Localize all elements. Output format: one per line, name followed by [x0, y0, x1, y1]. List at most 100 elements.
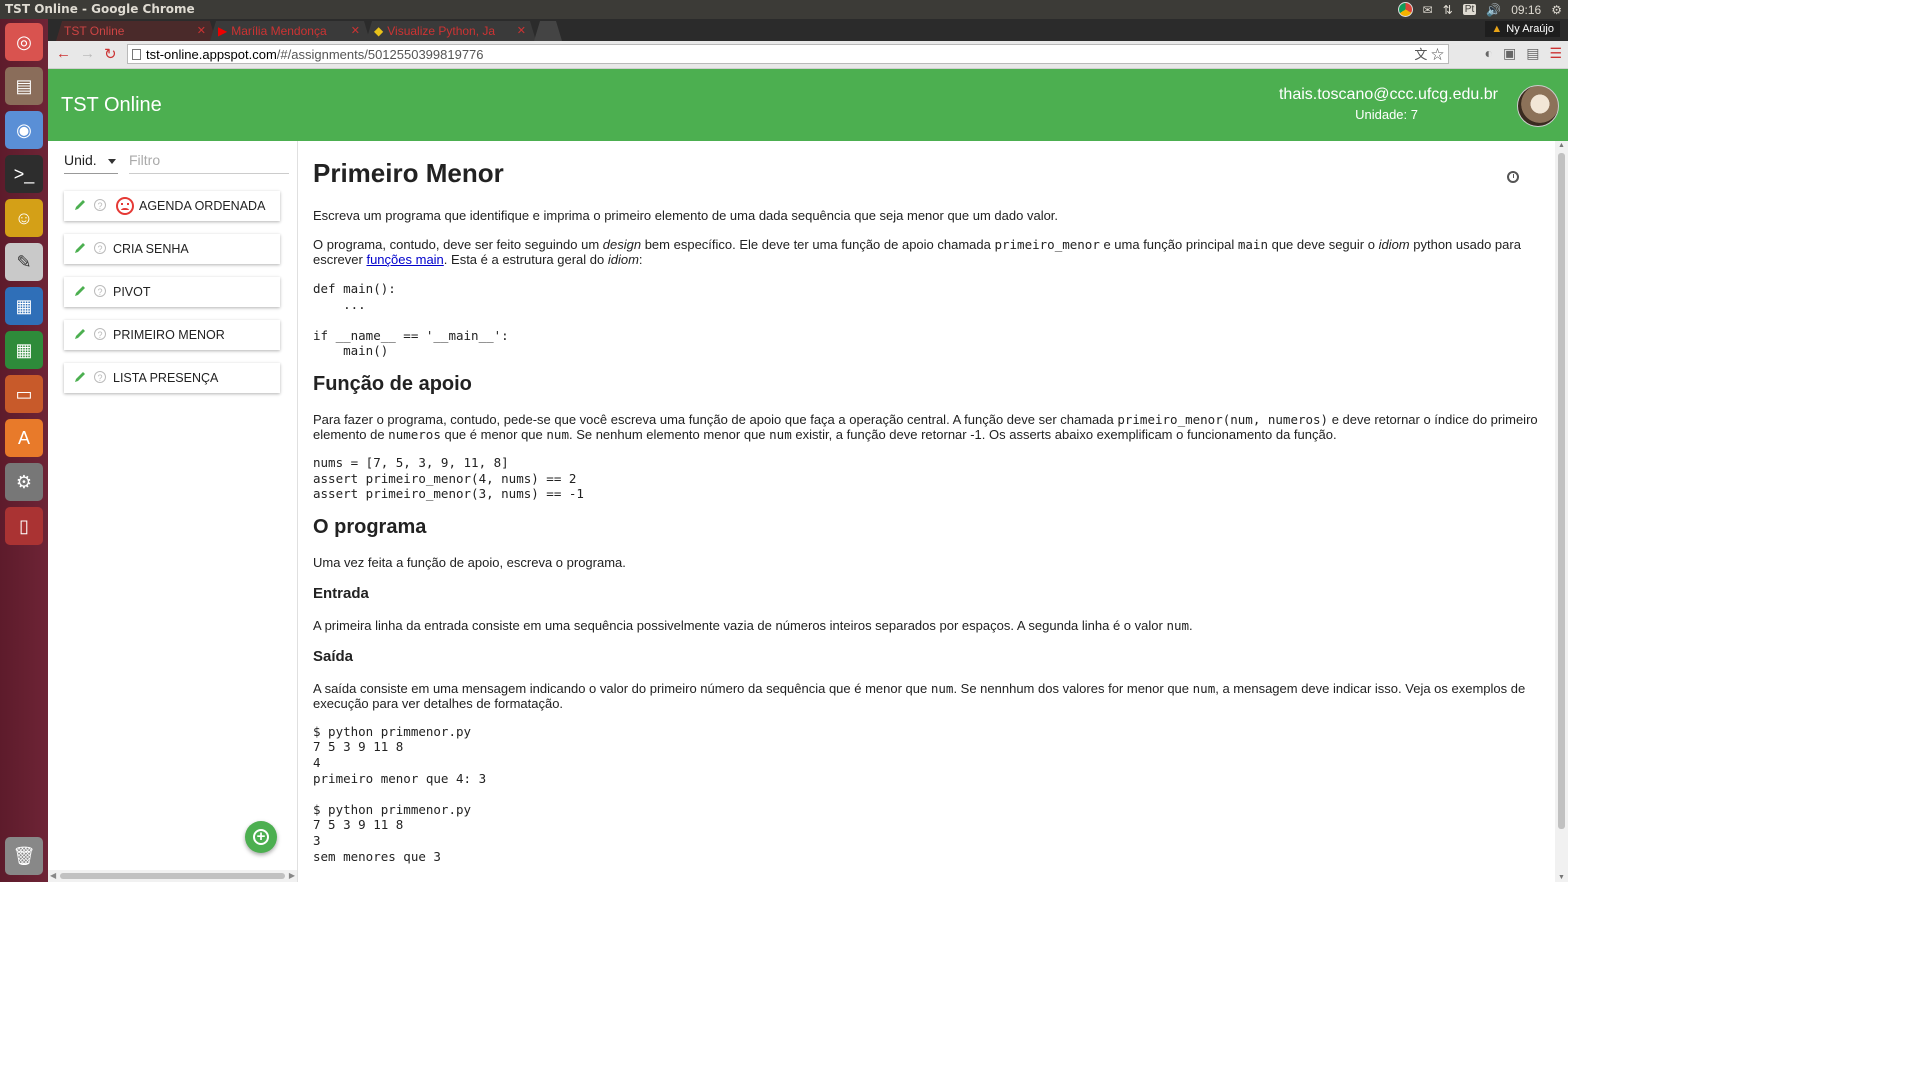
forward-arrow-icon[interactable]: → [80, 45, 95, 62]
tab-marilia-mendonca[interactable]: ▶ Marília Mendonça ✕ [210, 21, 370, 41]
assignment-label: LISTA PRESENÇA [113, 371, 219, 385]
omnibox-icons: 文 ☆ [1414, 45, 1444, 65]
section-saida: Saída [313, 647, 354, 665]
app-brand[interactable]: TST Online [61, 94, 162, 117]
assignment-card-primeiro-menor[interactable]: ? PRIMEIRO MENOR [64, 320, 280, 350]
execution-examples-code: $ python primmenor.py 7 5 3 9 11 8 4 pri… [313, 723, 487, 864]
clock[interactable]: 09:16 [1511, 3, 1541, 17]
programa-paragraph: Uma vez feita a função de apoio, escreva… [313, 554, 626, 570]
impress-icon[interactable]: ▭ [5, 375, 43, 413]
design-paragraph: O programa, contudo, deve ser feito segu… [313, 237, 1521, 267]
messaging-icon[interactable]: ✉ [1423, 3, 1433, 17]
extension-icon[interactable]: ◐ [1485, 45, 1493, 62]
assignment-label: PIVOT [113, 285, 151, 299]
unit-select[interactable]: Unid. [64, 152, 118, 174]
ubuntu-dash-icon[interactable]: ◎ [5, 23, 43, 61]
asserts-code: nums = [7, 5, 3, 9, 11, 8] assert primei… [313, 454, 584, 502]
assignment-card-cria-senha[interactable]: ? CRIA SENHA [64, 234, 280, 264]
section-funcao-de-apoio: Função de apoio [313, 372, 472, 395]
help-icon: ? [94, 285, 106, 297]
profile-name: Ny Araújo [1506, 23, 1554, 35]
unity-launcher: ◎ ▤ ◉ >_ ☺ ✎ ▦ ▦ ▭ A ⚙ ▯ 🗑 [0, 19, 48, 882]
assignment-sidebar: Unid. Filtro ? AGENDA ORDENADA ? CRIA SE… [48, 141, 298, 882]
scroll-left-icon[interactable]: ◀ [50, 871, 56, 880]
assignment-label: PRIMEIRO MENOR [113, 328, 225, 342]
vertical-scrollbar[interactable]: ▲ ▼ [1555, 141, 1568, 882]
translate-icon[interactable]: 文 [1414, 47, 1427, 62]
tab-visualize-python[interactable]: ◆ Visualize Python, Ja ✕ [366, 21, 536, 41]
reload-icon[interactable]: ↻ [104, 45, 117, 63]
volume-icon[interactable]: 🔊 [1486, 3, 1501, 17]
scroll-right-icon[interactable]: ▶ [289, 871, 295, 880]
tab-tst-online[interactable]: TST Online ✕ [56, 21, 216, 41]
chrome-indicator-icon[interactable] [1397, 2, 1413, 17]
edit-pencil-icon[interactable] [73, 327, 87, 341]
assignment-label: CRIA SENHA [113, 242, 189, 256]
chevron-down-icon [108, 159, 116, 164]
scrollbar-thumb[interactable] [60, 873, 285, 879]
text-editor-icon[interactable]: ✎ [5, 243, 43, 281]
funcoes-main-link[interactable]: funções main [366, 252, 443, 267]
address-bar[interactable]: tst-online.appspot.com/#/assignments/501… [127, 44, 1449, 64]
extension-icon[interactable]: ▤ [1526, 45, 1539, 62]
help-icon: ? [94, 242, 106, 254]
assignment-card-lista-presenca[interactable]: ? LISTA PRESENÇA [64, 363, 280, 393]
apoio-paragraph: Para fazer o programa, contudo, pede-se … [313, 411, 1538, 442]
calc-icon[interactable]: ▦ [5, 331, 43, 369]
system-tray: ✉ ⇅ Pt 🔊 09:16 ⚙ [1397, 0, 1562, 19]
software-center-icon[interactable]: A [5, 419, 43, 457]
warning-icon: ▲ [1491, 23, 1503, 35]
bookmark-star-icon[interactable]: ☆ [1431, 47, 1444, 62]
section-o-programa: O programa [313, 515, 427, 538]
close-tab-icon[interactable]: ✕ [517, 24, 526, 37]
profile-badge[interactable]: ▲ Ny Araújo [1485, 21, 1560, 37]
current-unit: Unidade: 7 [1355, 107, 1418, 122]
assignment-label: AGENDA ORDENADA [139, 199, 266, 213]
add-assignment-button[interactable] [245, 821, 277, 853]
network-icon[interactable]: ⇅ [1443, 3, 1453, 17]
extension-icon[interactable]: ▣ [1503, 45, 1516, 62]
youtube-icon: ▶ [218, 24, 228, 38]
close-tab-icon[interactable]: ✕ [351, 24, 360, 37]
main-idiom-code: def main(): ... if __name__ == '__main__… [313, 281, 509, 359]
keyboard-language-indicator[interactable]: Pt [1462, 4, 1477, 15]
user-email: thais.toscano@ccc.ufcg.edu.br [1278, 86, 1498, 103]
help-icon: ? [94, 328, 106, 340]
history-clock-icon[interactable] [1507, 171, 1519, 183]
usb-drive-icon[interactable]: ▯ [5, 507, 43, 545]
files-icon[interactable]: ▤ [5, 67, 43, 105]
terminal-icon[interactable]: >_ [5, 155, 43, 193]
browser-toolbar: ← → ↻ tst-online.appspot.com/#/assignmen… [48, 41, 1568, 69]
system-top-panel: TST Online - Google Chrome ✉ ⇅ Pt 🔊 09:1… [0, 0, 1568, 19]
scroll-down-icon[interactable]: ▼ [1558, 874, 1565, 881]
horizontal-scrollbar[interactable]: ◀ ▶ [48, 870, 297, 882]
chrome-icon[interactable]: ◉ [5, 111, 43, 149]
edit-pencil-icon[interactable] [73, 370, 87, 384]
edit-pencil-icon[interactable] [73, 241, 87, 255]
python-icon: ◆ [374, 24, 384, 38]
trash-icon[interactable]: 🗑 [5, 837, 43, 875]
back-arrow-icon[interactable]: ← [56, 45, 71, 62]
assignment-card-pivot[interactable]: ? PIVOT [64, 277, 280, 307]
scrollbar-thumb[interactable] [1558, 153, 1565, 829]
intro-paragraph: Escreva um programa que identifique e im… [313, 208, 1059, 223]
assignment-card-agenda-ordenada[interactable]: ? AGENDA ORDENADA [64, 191, 280, 221]
settings-gear-icon[interactable]: ⚙ [1551, 3, 1562, 17]
close-tab-icon[interactable]: ✕ [197, 24, 206, 37]
system-settings-icon[interactable]: ⚙ [5, 463, 43, 501]
new-tab-button[interactable] [534, 21, 562, 41]
tab-strip: TST Online ✕ ▶ Marília Mendonça ✕ ◆ Visu… [48, 19, 1568, 41]
writer-icon[interactable]: ▦ [5, 287, 43, 325]
chrome-menu-icon[interactable]: ☰ [1549, 45, 1562, 62]
scroll-up-icon[interactable]: ▲ [1558, 142, 1565, 149]
sad-face-icon [116, 197, 134, 215]
edit-pencil-icon[interactable] [73, 198, 87, 212]
game-icon[interactable]: ☺ [5, 199, 43, 237]
section-entrada: Entrada [313, 584, 369, 602]
avatar[interactable] [1517, 85, 1559, 127]
filter-input[interactable]: Filtro [129, 152, 289, 174]
edit-pencil-icon[interactable] [73, 284, 87, 298]
unit-select-label: Unid. [64, 152, 97, 168]
tab-label: TST Online [64, 24, 125, 38]
saida-paragraph: A saída consiste em uma mensagem indican… [313, 680, 1526, 711]
